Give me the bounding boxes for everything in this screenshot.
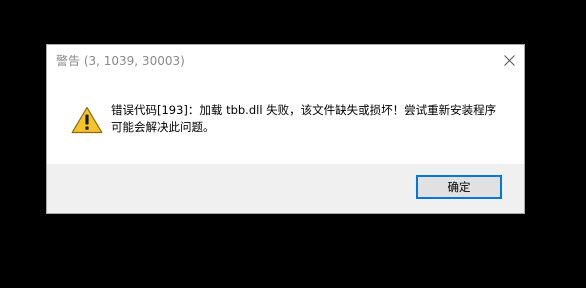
dialog-titlebar[interactable]: 警告 (3, 1039, 30003): [47, 45, 524, 75]
ok-button[interactable]: 确定: [416, 175, 502, 199]
dialog-title: 警告 (3, 1039, 30003): [56, 54, 185, 68]
warning-dialog: 警告 (3, 1039, 30003) 错误代码[193]：加载 tbb.dll…: [46, 44, 525, 214]
dialog-content: 错误代码[193]：加载 tbb.dll 失败，该文件缺失或损坏！尝试重新安装程…: [47, 75, 524, 164]
dialog-footer: 确定: [47, 164, 524, 213]
warning-triangle-icon: [71, 106, 103, 134]
error-message: 错误代码[193]：加载 tbb.dll 失败，该文件缺失或损坏！尝试重新安装程…: [111, 103, 497, 134]
close-button[interactable]: [494, 45, 524, 75]
close-icon: [503, 54, 515, 66]
desktop-background: 警告 (3, 1039, 30003) 错误代码[193]：加载 tbb.dll…: [0, 0, 586, 288]
